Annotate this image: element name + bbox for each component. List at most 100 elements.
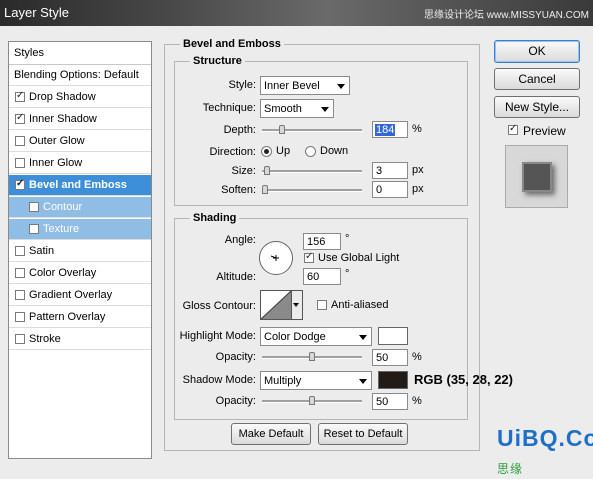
depth-input-value: 184 [375, 124, 396, 136]
size-unit: px [412, 164, 424, 176]
style-item-pattern-overlay[interactable]: Pattern Overlay [9, 307, 151, 328]
style-item-label: Drop Shadow [29, 91, 96, 103]
style-item-inner-shadow[interactable]: Inner Shadow [9, 109, 151, 130]
style-item-checkbox[interactable] [15, 268, 25, 278]
soften-input[interactable]: 0 [372, 181, 408, 198]
depth-input[interactable]: 184 [372, 121, 408, 138]
soften-slider-thumb[interactable] [262, 185, 268, 194]
depth-slider-track[interactable] [262, 129, 362, 132]
gloss-contour-preview[interactable] [260, 290, 292, 320]
ok-button[interactable]: OK [494, 40, 580, 63]
soften-unit: px [412, 183, 424, 195]
use-global-light-checkbox[interactable] [304, 251, 314, 263]
style-item-checkbox[interactable] [29, 224, 39, 234]
style-item-label: Bevel and Emboss [29, 179, 127, 191]
style-item-checkbox[interactable] [29, 202, 39, 212]
style-item-checkbox[interactable] [15, 312, 25, 322]
direction-up-label[interactable]: Up [276, 145, 290, 157]
style-item-texture[interactable]: Texture [9, 219, 151, 240]
size-input[interactable]: 3 [372, 162, 408, 179]
style-item-checkbox[interactable] [15, 290, 25, 300]
soften-input-value: 0 [376, 184, 383, 196]
reset-to-default-button[interactable]: Reset to Default [318, 423, 408, 445]
shadow-rgb-note: RGB (35, 28, 22) [414, 372, 513, 387]
angle-label: Angle: [224, 234, 256, 246]
new-style-button[interactable]: New Style... [494, 96, 580, 118]
style-item-label: Stroke [29, 333, 61, 345]
style-item-satin[interactable]: Satin [9, 241, 151, 262]
shadow-opacity-unit: % [412, 395, 422, 407]
make-default-button[interactable]: Make Default [231, 423, 311, 445]
direction-up-radio[interactable] [261, 146, 272, 157]
style-item-gradient-overlay[interactable]: Gradient Overlay [9, 285, 151, 306]
direction-down-label[interactable]: Down [320, 145, 348, 157]
style-item-checkbox[interactable] [15, 246, 25, 256]
anti-aliased-label[interactable]: Anti-aliased [331, 299, 388, 311]
shading-title: Shading [190, 212, 240, 224]
style-item-bevel-and-emboss[interactable]: Bevel and Emboss [9, 175, 151, 196]
blending-options-label: Blending Options: Default [14, 69, 139, 81]
direction-down-radio[interactable] [305, 146, 316, 157]
contour-linear-icon [261, 291, 291, 319]
technique-label: Technique: [202, 102, 256, 114]
soften-slider-track[interactable] [262, 189, 362, 192]
highlight-opacity-unit: % [412, 351, 422, 363]
style-item-drop-shadow[interactable]: Drop Shadow [9, 87, 151, 108]
highlight-color-swatch[interactable] [378, 327, 408, 345]
structure-title: Structure [190, 55, 245, 67]
logo: UiBQ.CoM 思缘 [497, 425, 593, 479]
chevron-down-icon [337, 84, 345, 89]
anti-aliased-checkbox[interactable] [317, 300, 327, 310]
shadow-mode-select[interactable]: Multiply [260, 371, 372, 390]
style-item-checkbox[interactable] [15, 136, 25, 146]
cancel-button[interactable]: Cancel [494, 68, 580, 90]
size-label: Size: [231, 165, 256, 177]
style-item-checkbox[interactable] [15, 112, 25, 124]
preview-label[interactable]: Preview [523, 124, 566, 138]
use-global-light-label[interactable]: Use Global Light [318, 252, 399, 264]
highlight-mode-label: Highlight Mode: [179, 330, 256, 342]
style-item-checkbox[interactable] [15, 334, 25, 344]
gloss-contour-dropdown[interactable] [292, 290, 303, 320]
title-bar: Layer Style 思缘设计论坛 www.MISSYUAN.COM [0, 0, 593, 26]
highlight-mode-select[interactable]: Color Dodge [260, 327, 372, 346]
style-item-contour[interactable]: Contour [9, 197, 151, 218]
watermark-text: 思缘设计论坛 www.MISSYUAN.COM [423, 10, 589, 21]
style-item-inner-glow[interactable]: Inner Glow [9, 153, 151, 174]
style-item-label: Inner Shadow [29, 113, 97, 125]
style-item-stroke[interactable]: Stroke [9, 329, 151, 350]
chevron-down-icon [359, 335, 367, 340]
style-item-checkbox[interactable] [15, 158, 25, 168]
logo-sub: 思缘 [497, 462, 524, 476]
angle-crosshair-icon [270, 255, 279, 261]
style-item-color-overlay[interactable]: Color Overlay [9, 263, 151, 284]
size-slider-thumb[interactable] [264, 166, 270, 175]
style-item-label: Inner Glow [29, 157, 83, 169]
highlight-opacity-thumb[interactable] [309, 352, 315, 361]
size-slider-track[interactable] [262, 170, 362, 173]
altitude-input-value: 60 [307, 271, 320, 283]
styles-header[interactable]: Styles [9, 42, 151, 65]
highlight-opacity-input[interactable]: 50 [372, 349, 408, 366]
style-item-outer-glow[interactable]: Outer Glow [9, 131, 151, 152]
shadow-color-swatch[interactable] [378, 371, 408, 389]
altitude-input[interactable]: 60 [303, 268, 341, 285]
highlight-opacity-label: Opacity: [215, 351, 256, 363]
blending-options-item[interactable]: Blending Options: Default [9, 65, 151, 86]
shadow-opacity-label: Opacity: [215, 395, 256, 407]
style-item-checkbox[interactable] [15, 178, 25, 190]
preview-checkbox[interactable] [508, 123, 518, 135]
style-label: Style: [228, 79, 256, 91]
altitude-unit: ° [345, 268, 350, 280]
technique-select[interactable]: Smooth [260, 99, 334, 118]
depth-unit: % [412, 123, 422, 135]
style-item-checkbox[interactable] [15, 90, 25, 102]
style-select[interactable]: Inner Bevel [260, 76, 350, 95]
shadow-opacity-input[interactable]: 50 [372, 393, 408, 410]
style-item-label: Gradient Overlay [29, 289, 113, 301]
shadow-opacity-thumb[interactable] [309, 396, 315, 405]
angle-input[interactable]: 156 [303, 233, 341, 250]
style-item-label: Contour [43, 201, 83, 213]
angle-dial[interactable] [259, 241, 293, 275]
depth-slider-thumb[interactable] [279, 125, 285, 134]
